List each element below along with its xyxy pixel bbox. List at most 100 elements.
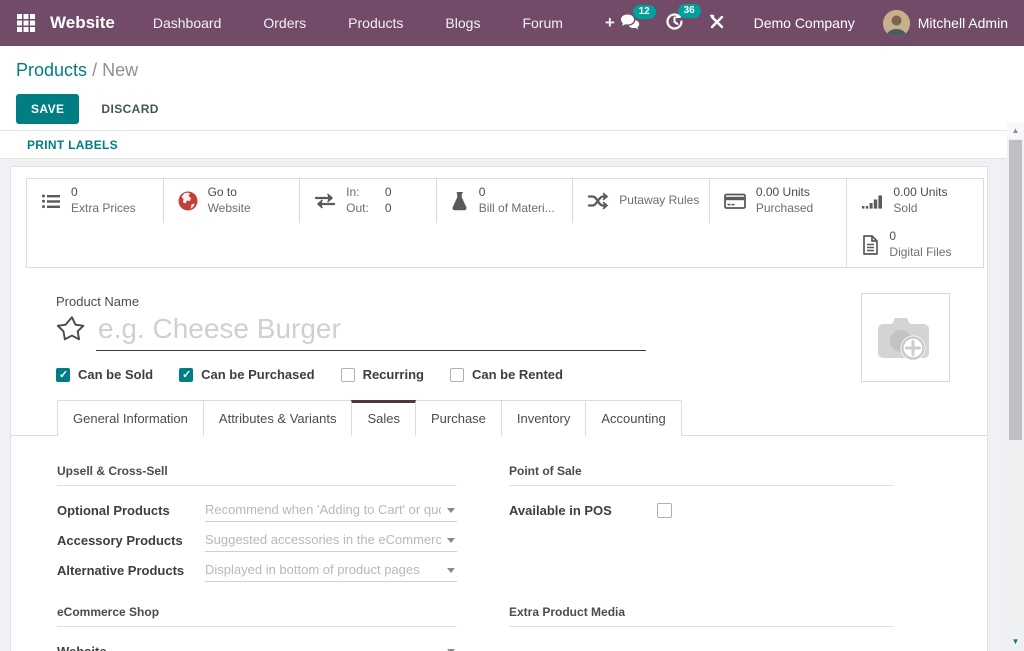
user-avatar xyxy=(883,10,910,37)
stat-bom-value: 0 xyxy=(479,185,486,199)
stat-purchased-label: Purchased xyxy=(756,201,813,215)
can-be-sold-checkbox[interactable]: Can be Sold xyxy=(56,367,153,382)
checkbox-icon[interactable] xyxy=(450,368,464,382)
user-name-label: Mitchell Admin xyxy=(918,15,1008,31)
stat-out-value: 0 xyxy=(385,201,392,217)
globe-icon xyxy=(177,190,199,212)
stat-out-label: Out: xyxy=(346,201,369,217)
stat-sold-value: 0.00 Units xyxy=(893,185,947,199)
notebook-tabs: General Information Attributes & Variant… xyxy=(11,400,987,436)
stat-extra-prices-label: Extra Prices xyxy=(71,201,136,215)
ecommerce-group: eCommerce Shop Website Categories xyxy=(57,605,457,651)
tab-general-information[interactable]: General Information xyxy=(57,400,204,436)
vertical-scrollbar[interactable]: ▲ ▼ xyxy=(1007,122,1024,651)
user-menu[interactable]: Mitchell Admin xyxy=(883,10,1008,37)
breadcrumb-current: New xyxy=(102,60,138,80)
crossed-tools-icon xyxy=(708,13,726,34)
checkbox-icon[interactable] xyxy=(56,368,70,382)
menu-dashboard[interactable]: Dashboard xyxy=(149,2,226,44)
apps-grid-icon[interactable] xyxy=(16,13,36,33)
list-icon xyxy=(40,190,62,212)
can-be-purchased-checkbox[interactable]: Can be Purchased xyxy=(179,367,314,382)
website-input[interactable] xyxy=(205,640,457,651)
optional-products-row: Optional Products xyxy=(57,499,457,522)
stat-digital-files-label: Digital Files xyxy=(889,245,951,259)
ecommerce-section-title: eCommerce Shop xyxy=(57,605,457,627)
can-be-rented-checkbox[interactable]: Can be Rented xyxy=(450,367,563,382)
stat-extra-prices[interactable]: 0 Extra Prices xyxy=(27,179,164,223)
stat-putaway-label: Putaway Rules xyxy=(619,193,699,207)
main-menu: Dashboard Orders Products Blogs Forum + xyxy=(149,0,619,46)
stat-units-sold[interactable]: 0.00 Units Sold xyxy=(846,179,983,223)
checkbox-icon[interactable] xyxy=(341,368,355,382)
menu-blogs[interactable]: Blogs xyxy=(441,2,484,44)
upsell-group: Upsell & Cross-Sell Optional Products Ac… xyxy=(57,464,457,589)
available-in-pos-checkbox[interactable] xyxy=(657,503,672,518)
tab-sales[interactable]: Sales xyxy=(351,400,416,436)
product-name-input[interactable] xyxy=(96,311,646,351)
stat-sold-label: Sold xyxy=(893,201,917,215)
favorite-star-icon[interactable] xyxy=(56,313,88,345)
stat-units-purchased[interactable]: 0.00 Units Purchased xyxy=(710,179,847,223)
accessory-products-input[interactable] xyxy=(205,529,457,551)
recurring-label: Recurring xyxy=(363,367,424,382)
save-button[interactable]: SAVE xyxy=(16,94,79,124)
stat-in-label: In: xyxy=(346,185,369,201)
available-in-pos-label: Available in POS xyxy=(509,503,657,518)
notebook: General Information Attributes & Variant… xyxy=(11,400,987,651)
stat-putaway-rules[interactable]: Putaway Rules xyxy=(573,179,710,223)
discard-button[interactable]: DISCARD xyxy=(87,94,172,124)
stat-go-to-label: Website xyxy=(208,201,251,215)
debug-tools-menu[interactable] xyxy=(708,13,726,34)
document-icon xyxy=(860,234,880,256)
stat-go-to-website[interactable]: Go to Website xyxy=(164,179,301,223)
flask-icon xyxy=(450,190,470,212)
media-section-title: Extra Product Media xyxy=(509,605,894,627)
messages-menu[interactable]: 12 xyxy=(620,13,641,34)
menu-orders[interactable]: Orders xyxy=(259,2,310,44)
stat-digital-files[interactable]: 0 Digital Files xyxy=(846,223,983,267)
shuffle-icon xyxy=(586,190,610,212)
company-switcher[interactable]: Demo Company xyxy=(754,15,855,31)
form-statusbar: PRINT LABELS xyxy=(0,130,1007,159)
scroll-down-arrow-icon[interactable]: ▼ xyxy=(1007,636,1024,650)
optional-products-label: Optional Products xyxy=(57,503,205,518)
app-brand-website[interactable]: Website xyxy=(50,13,115,33)
checkbox-icon[interactable] xyxy=(179,368,193,382)
stat-button-box: 0 Extra Prices Go to Website xyxy=(26,178,984,268)
control-panel: Products / New SAVE DISCARD xyxy=(0,46,1024,130)
transfer-arrows-icon xyxy=(313,190,337,212)
available-in-pos-row: Available in POS xyxy=(509,499,894,521)
upsell-section-title: Upsell & Cross-Sell xyxy=(57,464,457,486)
stat-moves-in-out[interactable]: In: 0 Out: 0 xyxy=(300,179,437,223)
product-name-caption: Product Name xyxy=(56,294,987,309)
stat-go-to-value: Go to xyxy=(208,185,237,199)
stat-bill-of-materials[interactable]: 0 Bill of Materi... xyxy=(437,179,574,223)
menu-forum[interactable]: Forum xyxy=(518,2,566,44)
can-be-sold-label: Can be Sold xyxy=(78,367,153,382)
recurring-checkbox[interactable]: Recurring xyxy=(341,367,424,382)
optional-products-input[interactable] xyxy=(205,499,457,521)
breadcrumb-products-link[interactable]: Products xyxy=(16,60,87,80)
tab-purchase[interactable]: Purchase xyxy=(415,400,502,436)
scroll-up-arrow-icon[interactable]: ▲ xyxy=(1007,122,1024,139)
dropdown-caret-icon[interactable] xyxy=(447,568,455,573)
scrollbar-thumb[interactable] xyxy=(1009,140,1022,440)
tab-inventory[interactable]: Inventory xyxy=(501,400,586,436)
dropdown-caret-icon[interactable] xyxy=(447,508,455,513)
dropdown-caret-icon[interactable] xyxy=(447,538,455,543)
new-content-plus-button[interactable]: + xyxy=(601,0,619,46)
product-image-uploader[interactable] xyxy=(861,293,950,382)
messages-count-badge: 12 xyxy=(633,5,656,19)
alternative-products-row: Alternative Products xyxy=(57,559,457,582)
alternative-products-label: Alternative Products xyxy=(57,563,205,578)
tab-accounting[interactable]: Accounting xyxy=(585,400,681,436)
stat-bom-label: Bill of Materi... xyxy=(479,201,555,215)
menu-products[interactable]: Products xyxy=(344,2,407,44)
alternative-products-input[interactable] xyxy=(205,559,457,581)
media-group: Extra Product Media ADD A MEDIA xyxy=(509,605,894,651)
tab-attributes-variants[interactable]: Attributes & Variants xyxy=(203,400,353,436)
form-sheet: 0 Extra Prices Go to Website xyxy=(10,166,988,651)
activities-menu[interactable]: 36 xyxy=(665,12,684,34)
print-labels-button[interactable]: PRINT LABELS xyxy=(27,138,118,152)
